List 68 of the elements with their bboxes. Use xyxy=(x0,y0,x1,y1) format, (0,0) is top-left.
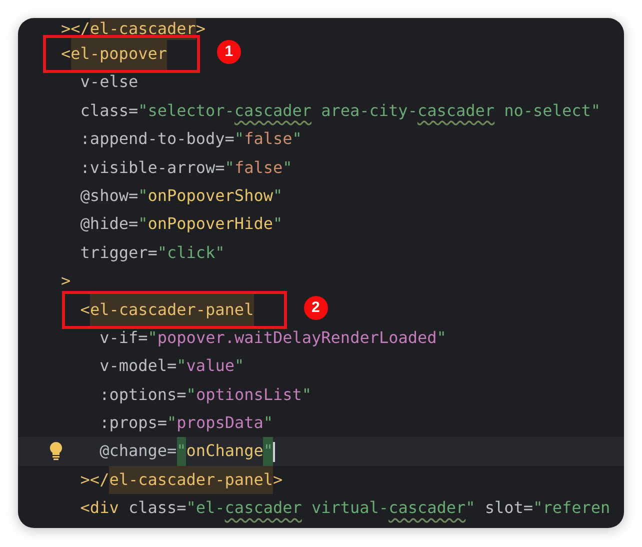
code-token: " xyxy=(282,156,292,179)
code-token: virtual- xyxy=(310,497,389,520)
code-token: @hide= xyxy=(80,213,138,236)
code-token: " xyxy=(263,437,273,466)
code-token: " xyxy=(234,128,244,150)
code-token: :props= xyxy=(100,412,168,434)
code-token: " xyxy=(234,355,244,378)
code-token: propsData xyxy=(176,412,264,434)
lightbulb-icon[interactable] xyxy=(49,441,63,462)
code-token: > xyxy=(61,270,71,292)
code-token: "referen xyxy=(533,497,610,520)
code-token: :options= xyxy=(100,384,186,406)
code-token: " xyxy=(263,412,274,434)
code-token: " xyxy=(466,497,476,520)
code-token: v-model= xyxy=(100,355,177,378)
code-token: el-cascader-panel xyxy=(109,466,273,494)
code-token: " xyxy=(176,437,186,466)
code-token: cascader xyxy=(417,100,495,122)
code-token: el-popover xyxy=(70,38,167,70)
code-token: optionsList xyxy=(196,384,302,406)
code-token: > xyxy=(196,18,206,40)
code-token: " xyxy=(436,326,446,349)
code-token: < xyxy=(80,298,90,321)
code-token: trigger= xyxy=(80,242,158,264)
code-token: onPopoverHide xyxy=(148,213,273,236)
code-token: class= xyxy=(80,100,138,122)
code-token: @change= xyxy=(100,440,177,462)
callout-badge: 2 xyxy=(304,296,328,320)
code-token: v-if= xyxy=(100,326,148,349)
code-token: " xyxy=(302,384,312,406)
code-token: :append-to-body= xyxy=(80,128,234,150)
code-token: cascader xyxy=(388,497,466,520)
code-token: " xyxy=(138,184,148,207)
code-token: popover.waitDelayRenderLoaded xyxy=(157,326,437,349)
code-token: " xyxy=(186,384,196,406)
code-token: no-select" xyxy=(503,100,600,122)
code-token: ></ xyxy=(80,468,110,491)
code-token: cascader xyxy=(224,497,302,520)
code-token: false xyxy=(234,156,283,179)
code-token: " xyxy=(138,213,148,236)
code-token: " xyxy=(224,156,234,179)
code-token: ></ xyxy=(61,18,90,40)
code-token: el-cascader-panel xyxy=(90,294,254,326)
code-token: " xyxy=(176,355,186,378)
code-token: value xyxy=(186,355,234,378)
code-token: "click" xyxy=(157,242,225,264)
code-token: slot= xyxy=(484,497,534,520)
code-token: > xyxy=(272,468,283,491)
code-token: " xyxy=(167,412,177,434)
code-token: :visible-arrow= xyxy=(80,156,225,179)
code-token: v-else xyxy=(80,71,138,94)
code-token: onChange xyxy=(186,440,264,462)
code-token: false xyxy=(244,128,292,150)
code-token: " xyxy=(292,128,302,150)
code-token: " xyxy=(148,326,158,349)
code-token: "el- xyxy=(186,497,225,520)
code-token: area-city- xyxy=(320,100,418,122)
code-token: onPopoverShow xyxy=(148,184,273,207)
code-token: " xyxy=(272,184,283,207)
code-token: "selector- xyxy=(138,100,234,122)
code-token: <div xyxy=(80,497,119,520)
code-token: < xyxy=(61,43,71,66)
code-token: class= xyxy=(127,497,186,520)
code-token: " xyxy=(272,213,283,236)
code-token: @show= xyxy=(80,184,138,207)
text-caret xyxy=(273,442,275,462)
callout-badge: 1 xyxy=(216,40,241,64)
code-token: cascader xyxy=(234,100,312,122)
